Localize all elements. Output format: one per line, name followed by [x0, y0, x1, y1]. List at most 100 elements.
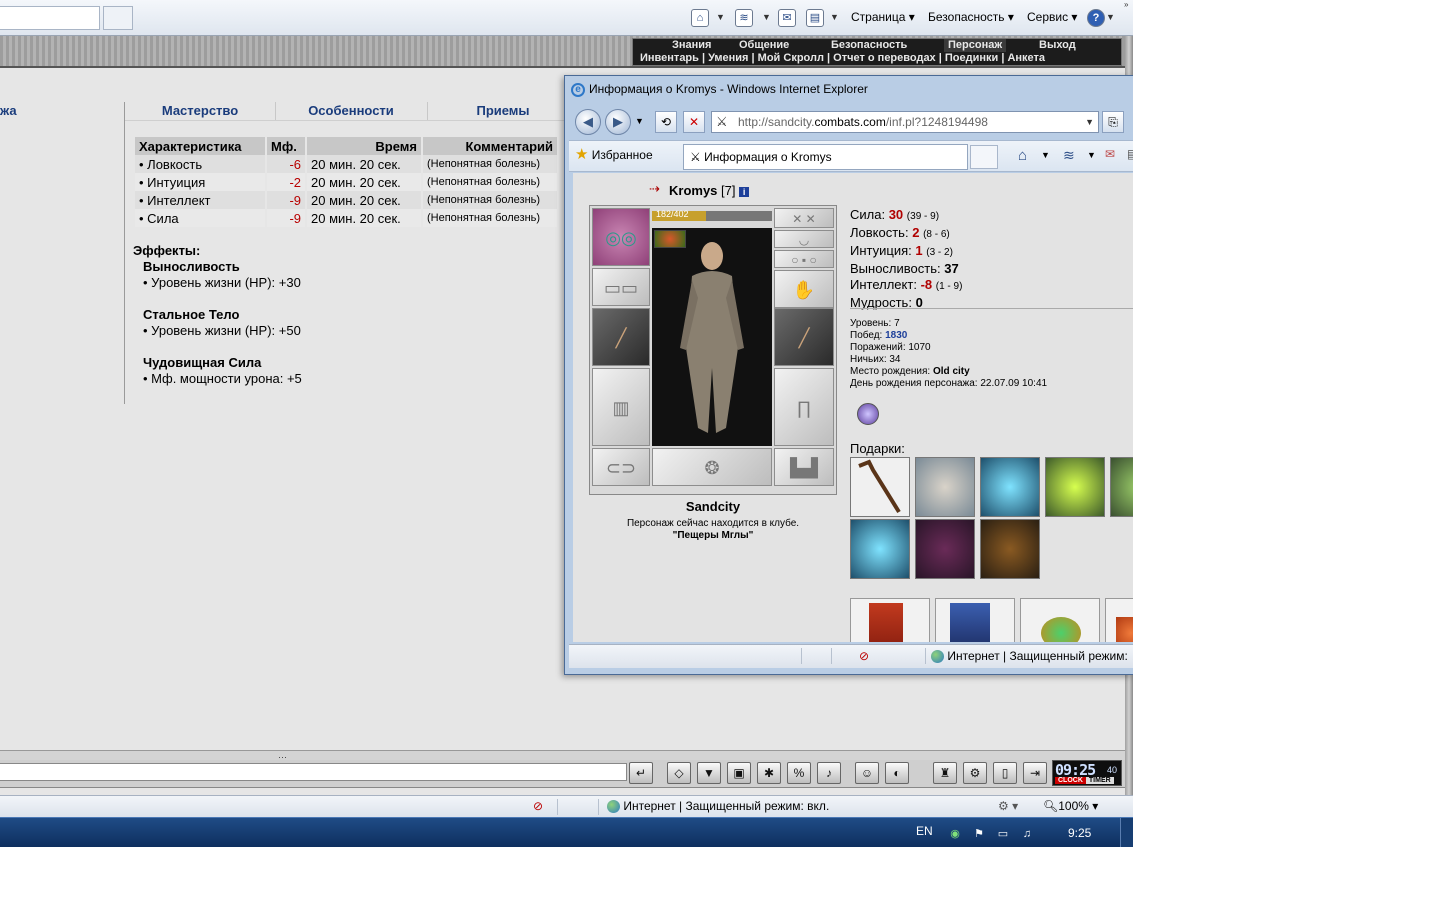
refresh-icon[interactable]: ⟲: [655, 111, 677, 133]
help-icon[interactable]: ?: [1087, 9, 1105, 27]
security-icon[interactable]: ⊘: [859, 649, 869, 663]
security-icon[interactable]: ⊘: [533, 799, 543, 813]
slot-amulet[interactable]: ◡: [774, 230, 834, 248]
home-icon[interactable]: ⌂: [691, 9, 709, 27]
slot-weapon-right[interactable]: ╱: [774, 308, 834, 366]
favorites-button[interactable]: ★ Избранное: [575, 145, 653, 163]
back-icon[interactable]: ◀: [575, 109, 601, 135]
slot-earrings[interactable]: ✕ ✕: [774, 208, 834, 228]
address-bar[interactable]: ⚔ http://sandcity.combats.com/inf.pl?1248…: [711, 111, 1099, 133]
potion-slot[interactable]: [654, 230, 686, 248]
character-avatar[interactable]: [652, 228, 772, 446]
slot-pants[interactable]: ∏: [774, 368, 834, 446]
gift-gem[interactable]: [1045, 457, 1105, 517]
game-submenu[interactable]: Инвентарь | Умения | Мой Скролл | Отчет …: [640, 52, 1120, 65]
gift-box[interactable]: [850, 598, 930, 642]
slot-bracers[interactable]: ▭▭: [592, 268, 650, 306]
character-nick[interactable]: Kromys: [669, 183, 717, 198]
gift-book[interactable]: [915, 519, 975, 579]
tab-features[interactable]: Особенности: [276, 102, 426, 120]
browser-tab[interactable]: [0, 6, 100, 30]
chevron-right-icon[interactable]: »: [1124, 0, 1133, 36]
menu-knowledge[interactable]: Знания: [672, 39, 711, 52]
gift-book[interactable]: [980, 519, 1040, 579]
tab-character-info[interactable]: ⚔ Информация о Kromys: [683, 144, 968, 170]
print-icon[interactable]: ▤: [806, 9, 824, 27]
eraser-icon[interactable]: ◇: [667, 762, 691, 784]
chat-input[interactable]: [0, 763, 627, 781]
tools-menu[interactable]: Сервис ▾: [1027, 10, 1077, 24]
gift-item[interactable]: [1110, 457, 1133, 517]
menu-exit[interactable]: Выход: [1039, 39, 1076, 52]
history-dropdown-icon[interactable]: ▼: [635, 116, 644, 126]
save-icon[interactable]: ▣: [727, 762, 751, 784]
gift-box[interactable]: [1105, 598, 1133, 642]
club-name[interactable]: "Пещеры Мглы": [589, 530, 837, 542]
volume-icon[interactable]: ♫: [1020, 827, 1034, 841]
gift-hedgehog[interactable]: [915, 457, 975, 517]
menu-communication[interactable]: Общение: [739, 39, 789, 52]
home-dropdown-icon[interactable]: ▼: [1041, 150, 1050, 160]
slot-armor[interactable]: ▥: [592, 368, 650, 446]
gift-crystal-mushroom[interactable]: [850, 519, 910, 579]
new-tab-button[interactable]: [103, 6, 133, 30]
slot-ring-emblem[interactable]: ❂: [652, 448, 772, 486]
home-dropdown-icon[interactable]: ▼: [716, 12, 725, 22]
tab-techniques[interactable]: Приемы: [428, 102, 578, 120]
forward-icon[interactable]: ▶: [605, 109, 631, 135]
filter-icon[interactable]: ▼: [697, 762, 721, 784]
sound-icon[interactable]: ♪: [817, 762, 841, 784]
gift-crystal-mushroom[interactable]: [980, 457, 1040, 517]
slot-helmet[interactable]: ◎◎: [592, 208, 650, 266]
slot-gloves[interactable]: ✋: [774, 270, 834, 308]
send-icon[interactable]: ↵: [629, 762, 653, 784]
clan-badge-icon[interactable]: [857, 403, 879, 425]
show-desktop-button[interactable]: [1120, 818, 1133, 847]
helmet-icon[interactable]: ◐: [885, 762, 909, 784]
new-tab-button[interactable]: [970, 145, 998, 169]
protected-mode-icon[interactable]: ⚙ ▾: [998, 799, 1018, 813]
game-clock[interactable]: 09:25 40 CLOCK TIMER: [1052, 760, 1122, 786]
exit-icon[interactable]: ⇥: [1023, 762, 1047, 784]
page-menu[interactable]: Страница ▾: [851, 10, 915, 24]
menu-character[interactable]: Персонаж: [944, 39, 1007, 52]
lock-icon[interactable]: ▯: [993, 762, 1017, 784]
rss-feed-icon[interactable]: ≋: [735, 9, 753, 27]
icq-icon[interactable]: ◉: [948, 827, 962, 841]
print-dropdown-icon[interactable]: ▼: [830, 12, 839, 22]
zone-indicator[interactable]: Интернет | Защищенный режим: вкл.: [607, 799, 829, 814]
flag-icon[interactable]: ⚑: [972, 827, 986, 841]
mail-icon[interactable]: ✉: [778, 9, 796, 27]
feed-dropdown-icon[interactable]: ▼: [762, 12, 771, 22]
slot-boots[interactable]: ▙▟: [774, 448, 834, 486]
feed-dropdown-icon[interactable]: ▼: [1087, 150, 1096, 160]
gift-staff[interactable]: [850, 457, 910, 517]
stop-icon[interactable]: ✕: [683, 111, 705, 133]
gift-box[interactable]: [1020, 598, 1100, 642]
fighter-icon[interactable]: ✱: [757, 762, 781, 784]
slot-weapon-left[interactable]: ╱: [592, 308, 650, 366]
zoom-control[interactable]: 🔍︎100% ▾: [1043, 799, 1098, 813]
chat-splitter[interactable]: [0, 750, 1125, 760]
network-icon[interactable]: ▭: [996, 827, 1010, 841]
arrow-icon[interactable]: ⇢: [649, 181, 660, 197]
slot-rings[interactable]: ○ ▪ ○: [774, 250, 834, 268]
gear-icon[interactable]: ⚙: [963, 762, 987, 784]
system-clock[interactable]: 9:25: [1068, 826, 1091, 840]
menu-security[interactable]: Безопасность: [831, 39, 907, 52]
compat-view-icon[interactable]: ⎘: [1102, 111, 1124, 133]
mail-icon[interactable]: ✉: [1105, 147, 1115, 161]
home-icon[interactable]: ⌂: [1018, 147, 1027, 164]
tab-mastery[interactable]: Мастерство: [125, 102, 275, 120]
zone-indicator[interactable]: Интернет | Защищенный режим:: [931, 649, 1128, 664]
print-icon[interactable]: ▤: [1127, 147, 1133, 161]
gift-box[interactable]: [935, 598, 1015, 642]
safety-menu[interactable]: Безопасность ▾: [928, 10, 1014, 24]
translit-icon[interactable]: %: [787, 762, 811, 784]
bag-icon[interactable]: ♜: [933, 762, 957, 784]
smiley-icon[interactable]: ☺: [855, 762, 879, 784]
slot-belt[interactable]: ⊂⊃: [592, 448, 650, 486]
tab-clipped[interactable]: жа: [0, 102, 20, 120]
rss-feed-icon[interactable]: ≋: [1063, 147, 1075, 164]
info-icon[interactable]: i: [739, 186, 750, 197]
